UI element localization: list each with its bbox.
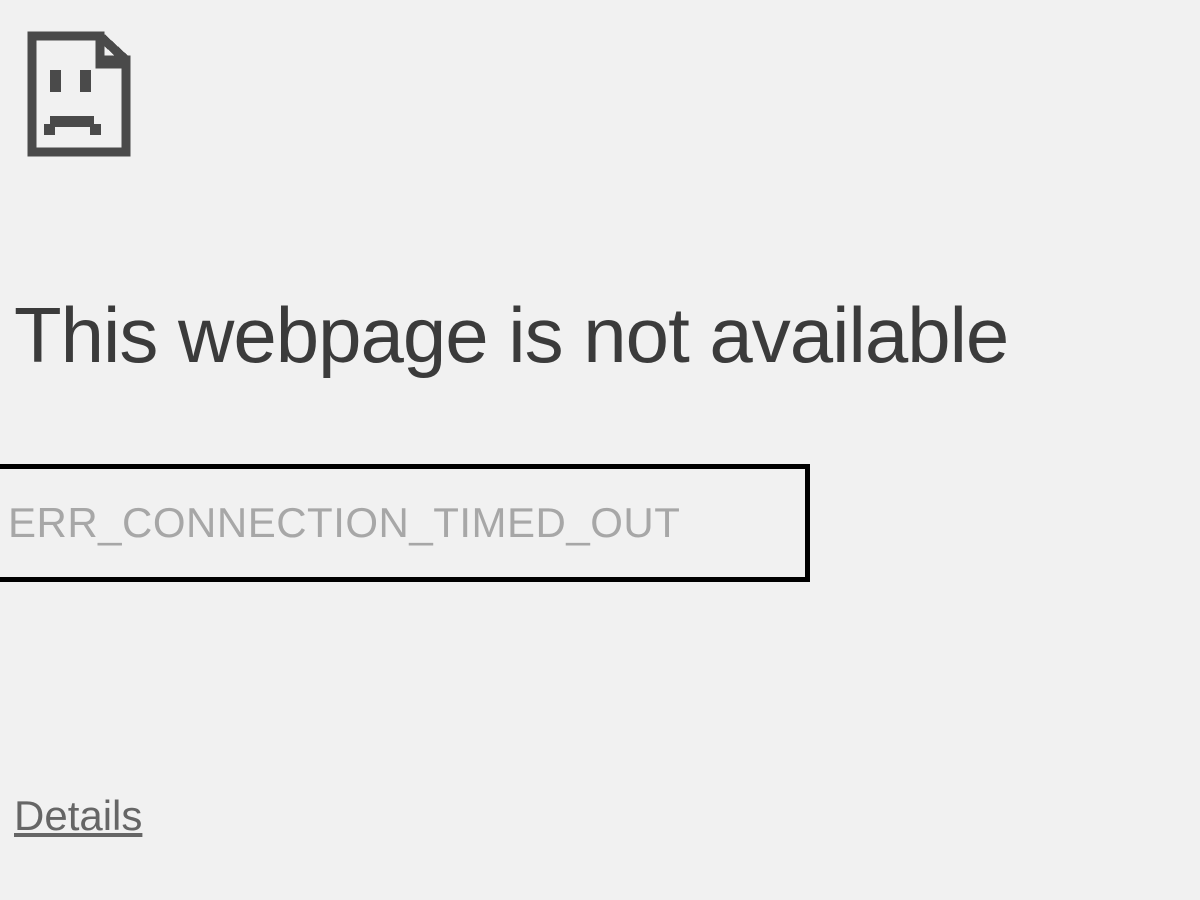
details-link[interactable]: Details	[14, 792, 142, 840]
error-code: ERR_CONNECTION_TIMED_OUT	[8, 499, 680, 547]
sad-page-icon	[22, 28, 142, 163]
error-title: This webpage is not available	[14, 290, 1008, 381]
error-code-box: ERR_CONNECTION_TIMED_OUT	[0, 464, 810, 582]
